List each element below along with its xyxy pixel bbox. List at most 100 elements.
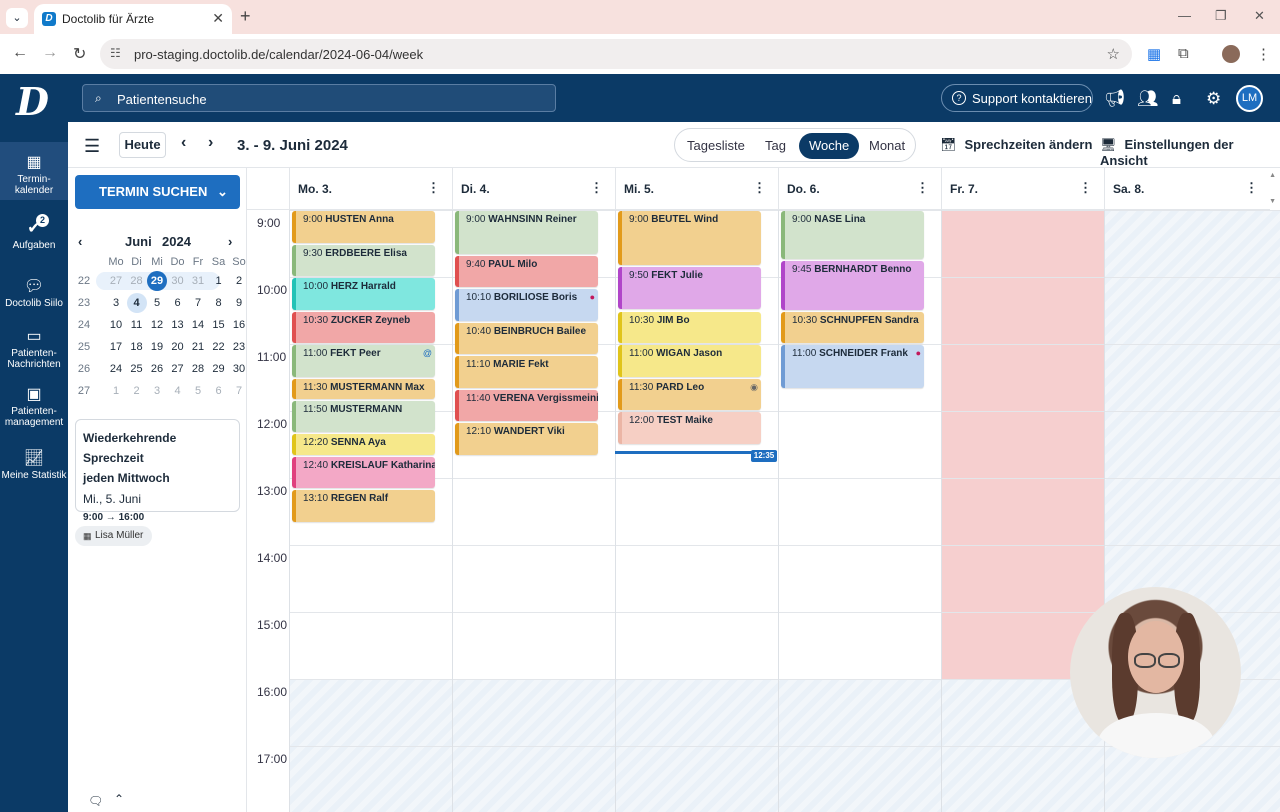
day-cell[interactable]: 20	[168, 337, 188, 357]
support-button[interactable]: ? Support kontaktieren	[941, 84, 1093, 112]
day-menu-icon[interactable]: ⋮	[916, 180, 929, 196]
appointment-card[interactable]: 10:00 HERZ Harrald	[292, 278, 435, 310]
day-cell[interactable]: 3	[147, 381, 167, 401]
patient-search-input[interactable]: ⌕ Patientensuche	[82, 84, 556, 112]
nav-item-patient-messages[interactable]: ▭ Patienten- Nachrichten	[0, 326, 68, 370]
reload-icon[interactable]: ↻	[73, 44, 86, 64]
day-cell[interactable]: 29	[147, 271, 167, 291]
appointment-card[interactable]: 12:10 WANDERT Viki	[455, 423, 598, 455]
grid-extension-icon[interactable]: ▦	[1147, 45, 1161, 63]
day-column-header[interactable]: Sa. 8. ⋮	[1104, 168, 1270, 210]
appointment-card[interactable]: 9:50 FEKT Julie	[618, 266, 761, 310]
day-cell[interactable]: 6	[209, 381, 229, 401]
user-avatar[interactable]: LM	[1236, 85, 1263, 112]
day-cell[interactable]: 1	[209, 271, 229, 291]
appointment-card[interactable]: 9:00 WAHNSINN Reiner	[455, 211, 598, 254]
nav-item-siilo[interactable]: 💬︎ Doctolib Siilo	[0, 276, 68, 310]
day-column-header[interactable]: Fr. 7. ⋮	[941, 168, 1104, 210]
appointment-card[interactable]: 10:40 BEINBRUCH Bailee	[455, 322, 598, 355]
day-cell[interactable]: 18	[127, 337, 147, 357]
day-cell[interactable]: 30	[168, 271, 188, 291]
day-cell[interactable]: 5	[147, 293, 167, 313]
day-cell[interactable]: 5	[188, 381, 208, 401]
chevron-up-icon[interactable]: ⌃	[114, 792, 124, 806]
day-cell[interactable]: 7	[229, 381, 249, 401]
appointment-card[interactable]: 10:30 SCHNUPFEN Sandra	[781, 311, 924, 343]
day-cell[interactable]: 17	[106, 337, 126, 357]
restore-icon[interactable]: ❐	[1215, 8, 1227, 24]
appointment-card[interactable]: 11:40 VERENA Vergissmeinicht	[455, 389, 598, 422]
gear-icon[interactable]: ⚙	[1206, 89, 1221, 109]
appointment-card[interactable]: 9:00 BEUTEL Wind	[618, 211, 761, 265]
appointment-card[interactable]: 12:00 TEST Maike	[618, 412, 761, 444]
view-monat[interactable]: Monat	[869, 138, 905, 153]
close-tab-icon[interactable]: ✕	[212, 10, 224, 27]
appointment-card[interactable]: 9:00 NASE Lina	[781, 211, 924, 260]
day-cell[interactable]: 3	[106, 293, 126, 313]
day-cell[interactable]: 27	[106, 271, 126, 291]
nav-item-calendar[interactable]: ▦ Termin-kalender	[0, 142, 68, 200]
day-cell[interactable]: 9	[229, 293, 249, 313]
day-cell[interactable]: 11	[127, 315, 147, 335]
day-cell[interactable]: 12	[147, 315, 167, 335]
day-menu-icon[interactable]: ⋮	[427, 180, 440, 196]
appointment-card[interactable]: 12:20 SENNA Aya	[292, 434, 435, 455]
day-column-header[interactable]: Mi. 5. ⋮	[615, 168, 778, 210]
site-info-icon[interactable]: ☷	[110, 46, 121, 60]
browser-profile-avatar[interactable]	[1222, 45, 1240, 63]
view-woche[interactable]: Woche	[799, 133, 860, 159]
chat-bubble-icon[interactable]: 🗨︎	[88, 794, 103, 808]
day-cell[interactable]: 6	[168, 293, 188, 313]
day-column-header[interactable]: Do. 6. ⋮	[778, 168, 941, 210]
day-cell[interactable]: 10	[106, 315, 126, 335]
appointment-card[interactable]: 10:10 BORILIOSE Boris ●	[455, 289, 598, 321]
close-window-icon[interactable]: ✕	[1254, 8, 1265, 24]
appointment-card[interactable]: 11:00 WIGAN Jason	[618, 345, 761, 377]
previous-month-icon[interactable]: ‹	[78, 234, 82, 249]
day-cell[interactable]: 4	[168, 381, 188, 401]
day-cell[interactable]: 28	[188, 359, 208, 379]
tab-search-button[interactable]: ⌄	[6, 8, 28, 28]
appointment-card[interactable]: 11:00 SCHNEIDER Frank ●	[781, 345, 924, 388]
scroll-down-icon[interactable]: ▼	[1269, 198, 1276, 205]
day-cell[interactable]: 31	[188, 271, 208, 291]
bookmark-star-icon[interactable]: ☆	[1107, 45, 1120, 63]
appointment-card[interactable]: 11:00 FEKT Peer @	[292, 345, 435, 377]
lock-icon[interactable]: 🔒︎	[1172, 89, 1181, 109]
day-cell[interactable]: 2	[127, 381, 147, 401]
nav-item-tasks[interactable]: ✔ 2 Aufgaben	[0, 214, 68, 252]
appointment-card[interactable]: 11:10 MARIE Fekt	[455, 356, 598, 388]
day-column-header[interactable]: Di. 4. ⋮	[452, 168, 615, 210]
doctolib-logo[interactable]: D	[16, 83, 52, 121]
previous-week-icon[interactable]: ‹	[181, 134, 186, 152]
appointment-card[interactable]: 11:30 PARD Leo ◉	[618, 378, 761, 410]
day-cell[interactable]: 7	[188, 293, 208, 313]
day-cell[interactable]: 14	[188, 315, 208, 335]
webcam-video-bubble[interactable]	[1070, 587, 1241, 758]
day-cell[interactable]: 29	[209, 359, 229, 379]
scroll-up-icon[interactable]: ▲	[1269, 172, 1276, 179]
day-cell[interactable]: 24	[106, 359, 126, 379]
appointment-card[interactable]: 9:30 ERDBEERE Elisa	[292, 244, 435, 276]
day-cell[interactable]: 2	[229, 271, 249, 291]
nav-item-patient-management[interactable]: ▣ Patienten-management	[0, 384, 68, 428]
appointment-card[interactable]: 13:10 REGEN Ralf	[292, 490, 435, 522]
search-appointment-button[interactable]: TERMIN SUCHEN ⌄	[75, 175, 240, 209]
change-hours-button[interactable]: 📅︎ Sprechzeiten ändern	[940, 137, 1092, 153]
doctor-chip[interactable]: ▦ Lisa Müller	[75, 526, 152, 546]
day-cell[interactable]: 28	[127, 271, 147, 291]
day-cell[interactable]: 8	[209, 293, 229, 313]
day-cell[interactable]: 15	[209, 315, 229, 335]
day-menu-icon[interactable]: ⋮	[1079, 180, 1092, 196]
day-cell[interactable]: 4	[126, 293, 147, 313]
next-week-icon[interactable]: ›	[208, 134, 213, 152]
new-tab-icon[interactable]: +	[240, 6, 251, 27]
view-settings-button[interactable]: 🖥︎ Einstellungen der Ansicht	[1100, 137, 1280, 168]
appointment-card[interactable]: 10:30 JIM Bo	[618, 311, 761, 343]
team-icon[interactable]: 👥︎	[1137, 89, 1159, 109]
appointment-card[interactable]: 11:50 MUSTERMANN	[292, 400, 435, 433]
day-cell[interactable]: 23	[229, 337, 249, 357]
day-cell[interactable]: 1	[106, 381, 126, 401]
day-cell[interactable]: 13	[168, 315, 188, 335]
day-cell[interactable]: 21	[188, 337, 208, 357]
